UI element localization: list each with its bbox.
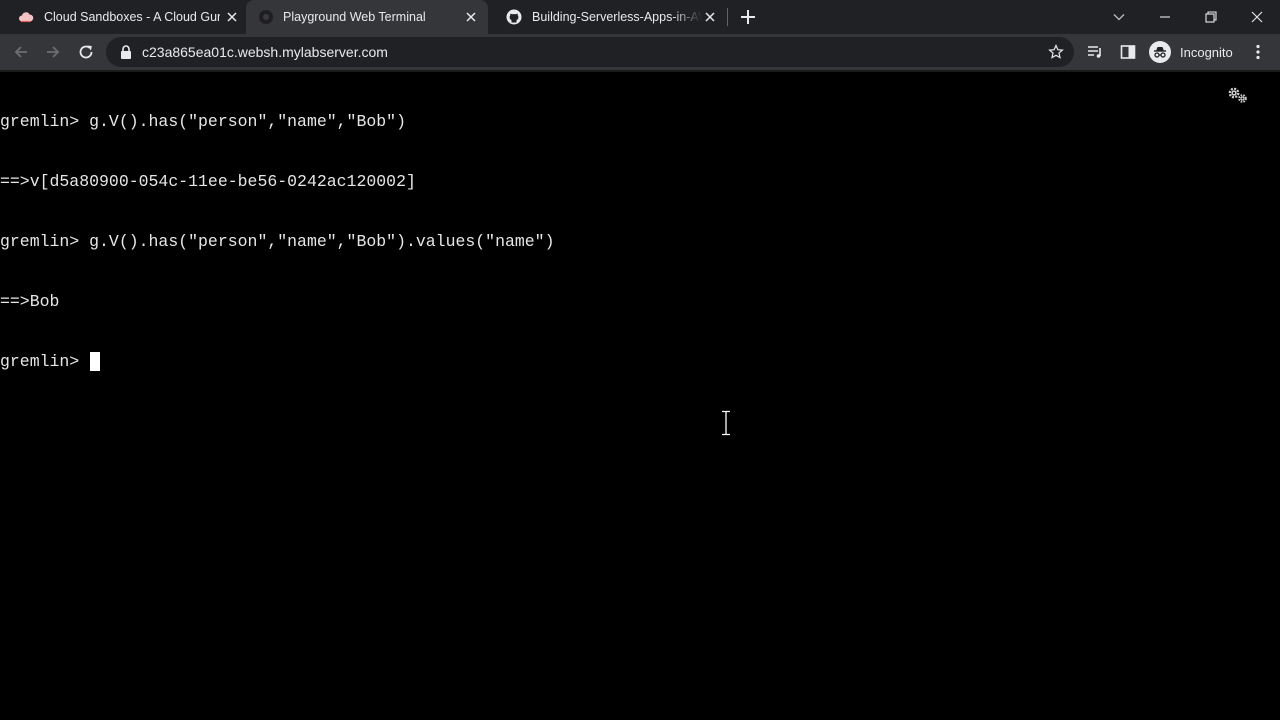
incognito-icon <box>1149 41 1171 63</box>
terminal-prompt: gremlin> <box>0 352 90 371</box>
close-icon[interactable] <box>226 11 238 23</box>
terminal-output: gremlin> g.V().has("person","name","Bob"… <box>0 72 555 412</box>
tab-title: Playground Web Terminal <box>283 10 426 24</box>
back-arrow-icon[interactable] <box>12 43 30 61</box>
tab-cloud-sandboxes[interactable]: Cloud Sandboxes - A Cloud Guru <box>0 0 248 34</box>
tab-title: Cloud Sandboxes - A Cloud Guru <box>44 10 220 24</box>
ibeam-cursor-icon <box>722 410 730 436</box>
forward-arrow-icon[interactable] <box>44 43 62 61</box>
restore-icon[interactable] <box>1202 8 1220 26</box>
new-tab-plus-icon[interactable] <box>738 7 758 27</box>
bookmark-star-icon[interactable] <box>1048 44 1064 60</box>
terminal-line: ==>v[d5a80900-054c-11ee-be56-0242ac12000… <box>0 172 416 191</box>
kebab-menu-icon[interactable] <box>1249 43 1267 61</box>
terminal-line: gremlin> g.V().has("person","name","Bob"… <box>0 232 555 251</box>
settings-gears-icon[interactable] <box>1227 86 1249 104</box>
web-terminal[interactable]: gremlin> g.V().has("person","name","Bob"… <box>0 72 1280 720</box>
media-queue-icon[interactable] <box>1086 43 1104 61</box>
tab-github-repo[interactable]: Building-Serverless-Apps-in-AWS <box>488 0 724 34</box>
terminal-prompt-line[interactable]: gremlin> <box>0 352 555 372</box>
browser-toolbar: c23a865ea01c.websh.mylabserver.com Incog… <box>0 34 1280 70</box>
close-icon[interactable] <box>704 11 716 23</box>
close-icon[interactable] <box>465 11 477 23</box>
url-text[interactable]: c23a865ea01c.websh.mylabserver.com <box>142 37 388 67</box>
tab-strip: Cloud Sandboxes - A Cloud Guru Playgroun… <box>0 0 1280 34</box>
side-panel-icon[interactable] <box>1119 43 1137 61</box>
github-icon <box>506 9 522 25</box>
terminal-icon <box>259 10 273 24</box>
minimize-icon[interactable] <box>1156 8 1174 26</box>
reload-icon[interactable] <box>77 43 95 61</box>
tab-title-fade <box>672 0 702 34</box>
incognito-label: Incognito <box>1180 44 1233 60</box>
cloud-icon <box>19 12 34 23</box>
close-window-icon[interactable] <box>1248 8 1266 26</box>
terminal-line: gremlin> g.V().has("person","name","Bob"… <box>0 112 406 131</box>
lock-icon[interactable] <box>120 45 132 59</box>
text-cursor <box>90 352 101 371</box>
tab-search-chevron-icon[interactable] <box>1110 8 1128 26</box>
tab-playground-web-terminal[interactable]: Playground Web Terminal <box>246 0 488 34</box>
tab-separator <box>727 8 728 26</box>
incognito-profile-button[interactable]: Incognito <box>1147 39 1239 65</box>
address-bar[interactable]: c23a865ea01c.websh.mylabserver.com <box>106 37 1074 67</box>
terminal-line: ==>Bob <box>0 292 60 311</box>
